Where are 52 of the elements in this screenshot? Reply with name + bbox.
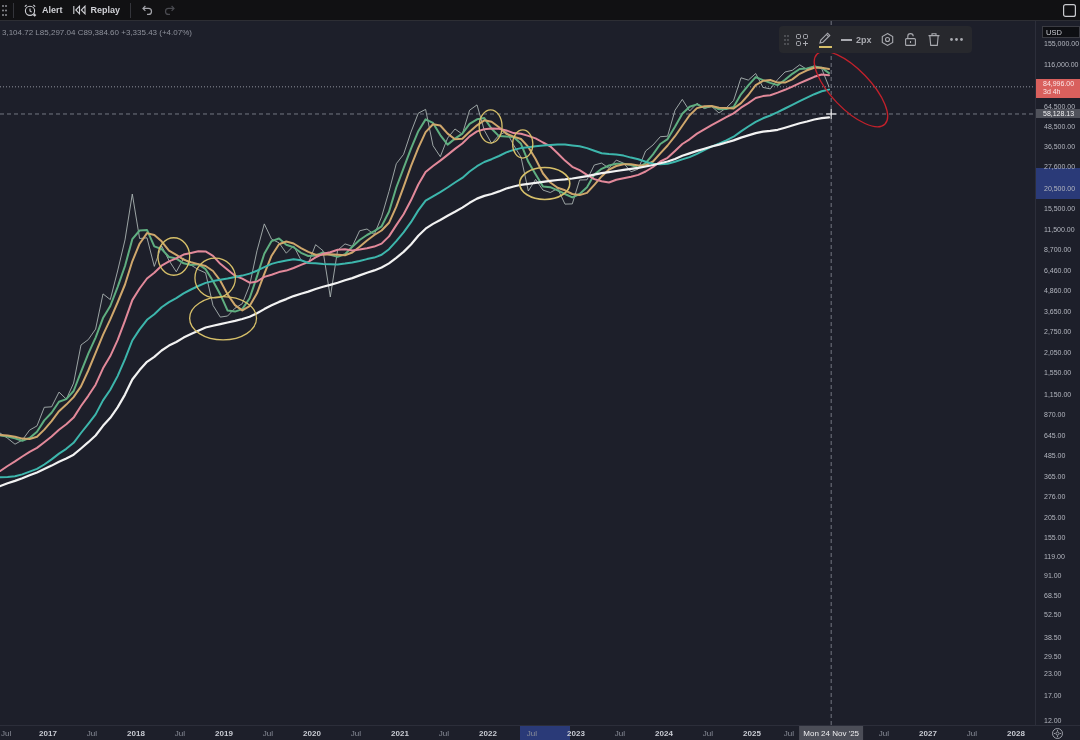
time-label: Jul — [350, 727, 362, 740]
time-label: Jul — [262, 727, 274, 740]
time-label: Jul — [966, 727, 978, 740]
alert-button[interactable]: Alert — [19, 1, 68, 19]
time-label: 2021 — [391, 727, 409, 740]
settings-button[interactable] — [1050, 726, 1065, 740]
square-icon — [1062, 3, 1076, 17]
crosshair-cursor-icon — [825, 108, 837, 120]
replay-button[interactable]: Replay — [67, 1, 126, 19]
rewind-icon — [72, 5, 86, 15]
ellipse-drawing[interactable] — [518, 166, 571, 201]
time-label: Jul — [878, 727, 890, 740]
time-label: Jul — [526, 727, 538, 740]
time-label: 2019 — [215, 727, 233, 740]
time-label: 2027 — [919, 727, 937, 740]
time-label: Jul — [174, 727, 186, 740]
ellipse-drawing[interactable] — [157, 237, 191, 276]
settings-icon — [1052, 727, 1063, 739]
pencil-icon — [819, 31, 831, 44]
time-label: 2022 — [479, 727, 497, 740]
time-label: Jul — [614, 727, 626, 740]
line-width-button[interactable]: 2px — [838, 29, 875, 50]
grid-plus-icon — [796, 33, 808, 46]
crosshair-date-tag: Mon 24 Nov '25 — [799, 726, 864, 740]
settings-icon — [881, 33, 894, 46]
ellipse-drawing[interactable] — [194, 257, 237, 299]
fullscreen-button[interactable] — [1060, 1, 1078, 19]
time-label: Jul — [783, 727, 795, 740]
ellipse-drawing[interactable] — [813, 50, 889, 128]
time-label: 2020 — [303, 727, 321, 740]
time-label: 2023 — [567, 727, 585, 740]
time-label: Jul — [438, 727, 450, 740]
ellipse-drawing[interactable] — [189, 296, 258, 341]
redo-icon — [163, 5, 175, 15]
time-label: 2018 — [127, 727, 145, 740]
trash-icon — [927, 33, 940, 46]
time-label: Jul — [702, 727, 714, 740]
drag-handle-icon[interactable] — [784, 34, 789, 45]
ohlc-legend: 3,104.72 L85,297.04 C89,384.60 +3,335.43 (+4.07%) — [2, 28, 192, 37]
grip-icon[interactable] — [2, 4, 7, 16]
undo-icon — [141, 5, 153, 15]
time-label: 2017 — [39, 727, 57, 740]
alarm-clock-icon — [24, 3, 37, 17]
time-label: Jul — [86, 727, 98, 740]
more-icon — [950, 38, 963, 41]
line-icon — [841, 38, 852, 41]
time-label: 2028 — [1007, 727, 1025, 740]
ellipse-drawing[interactable] — [478, 109, 503, 144]
time-label: Jul — [1, 727, 12, 740]
ellipse-drawing[interactable] — [511, 129, 534, 159]
time-label: 2024 — [655, 727, 673, 740]
time-label: 2025 — [743, 727, 761, 740]
